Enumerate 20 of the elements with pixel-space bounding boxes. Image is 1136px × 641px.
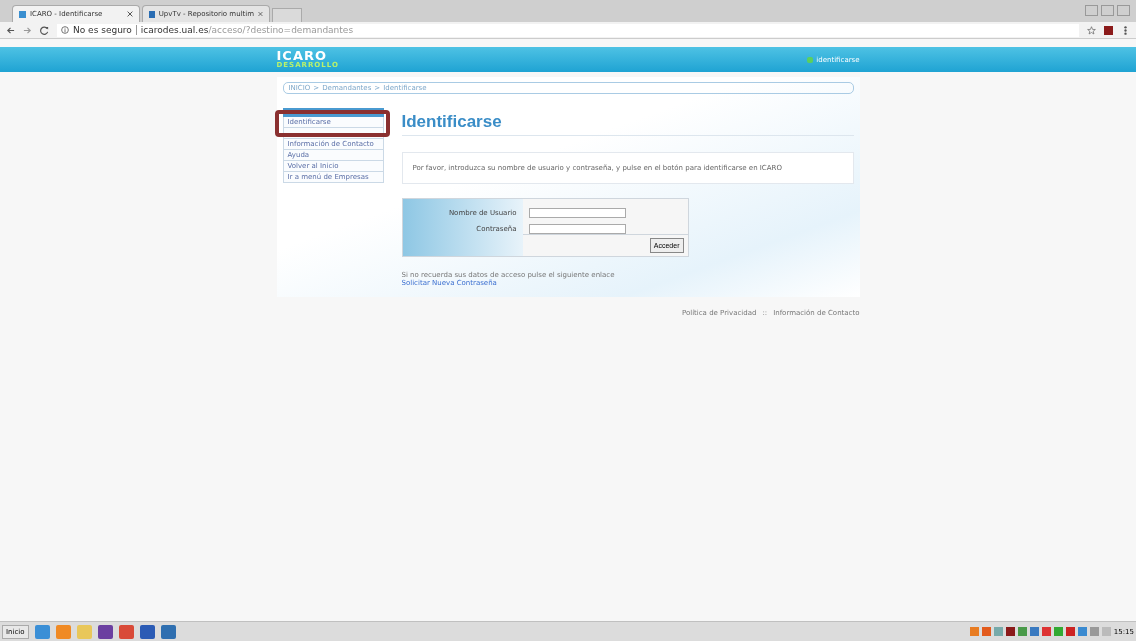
menu-icon[interactable] xyxy=(1121,25,1130,35)
minimize-icon[interactable] xyxy=(1085,5,1098,16)
close-icon[interactable] xyxy=(127,11,133,17)
extension-icon[interactable] xyxy=(1104,25,1113,35)
close-icon[interactable] xyxy=(258,11,263,17)
input-field[interactable] xyxy=(528,224,626,234)
reload-icon[interactable] xyxy=(40,25,49,35)
security-label: No es seguro xyxy=(73,25,137,35)
maximize-icon[interactable] xyxy=(1101,5,1114,16)
site-icon xyxy=(19,10,26,18)
back-arrow-icon[interactable] xyxy=(6,25,15,35)
address-bar[interactable]: No es seguro icarodes.ual.es/acceso/?destino=demandantes xyxy=(57,23,1079,37)
url-text: icarodes.ual.es/acceso/?destino=demandantes xyxy=(140,25,354,35)
star-icon[interactable] xyxy=(1087,25,1096,35)
info-icon xyxy=(61,26,69,34)
page-icon xyxy=(149,10,155,18)
input-field[interactable] xyxy=(528,208,626,218)
page-title: Identificarse xyxy=(401,112,854,136)
new-tab-button[interactable] xyxy=(272,8,302,22)
forward-arrow-icon[interactable] xyxy=(23,25,32,35)
